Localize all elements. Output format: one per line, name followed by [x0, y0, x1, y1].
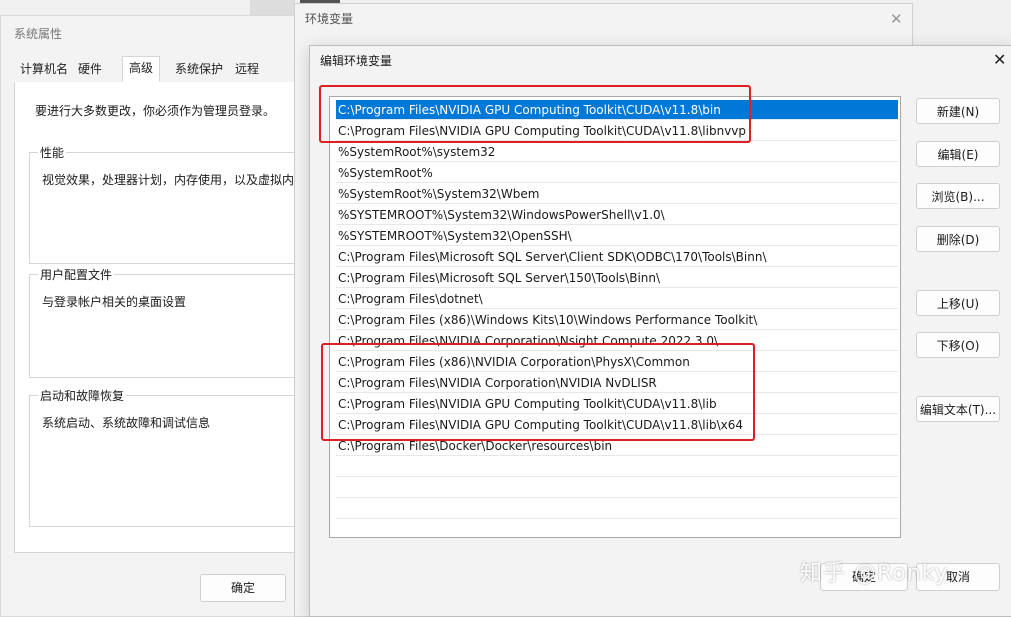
highlight-box [319, 85, 751, 143]
dialog-title: 编辑环境变量 [320, 54, 393, 68]
list-item [336, 499, 898, 519]
list-item[interactable]: C:\Program Files\Microsoft SQL Server\Cl… [336, 247, 898, 267]
list-item[interactable]: %SystemRoot% [336, 163, 898, 183]
tab-computer-name[interactable]: 计算机名 [14, 58, 74, 80]
edit-button[interactable]: 编辑(E) [916, 141, 1000, 167]
group-description: 与登录帐户相关的桌面设置 [42, 295, 187, 309]
advanced-tab-panel: 要进行大多数更改，你必须作为管理员登录。 性能 视觉效果，处理器计划，内存使用，… [14, 82, 310, 553]
list-item[interactable]: C:\Program Files (x86)\Windows Kits\10\W… [336, 310, 898, 330]
startup-recovery-group: 启动和故障恢复 系统启动、系统故障和调试信息 [29, 387, 310, 527]
window-title: 系统属性 [14, 27, 63, 41]
list-item[interactable]: C:\Program Files\dotnet\ [336, 289, 898, 309]
group-label: 性能 [38, 144, 67, 161]
close-icon[interactable]: ✕ [890, 10, 903, 28]
browse-button[interactable]: 浏览(B)... [916, 183, 1000, 209]
tab-hardware[interactable]: 硬件 [72, 58, 108, 80]
tab-remote[interactable]: 远程 [229, 58, 265, 80]
window-title: 环境变量 [305, 12, 354, 26]
ok-button[interactable]: 确定 [200, 574, 286, 602]
tab-strip: 计算机名 硬件 高级 系统保护 远程 [14, 56, 301, 83]
move-up-button[interactable]: 上移(U) [916, 290, 1000, 316]
delete-button[interactable]: 删除(D) [916, 226, 1000, 252]
list-item[interactable]: %SystemRoot%\system32 [336, 142, 898, 162]
group-description: 系统启动、系统故障和调试信息 [42, 416, 211, 430]
list-item[interactable]: C:\Program Files\Microsoft SQL Server\15… [336, 268, 898, 288]
group-description: 视觉效果，处理器计划，内存使用，以及虚拟内存 [42, 173, 307, 187]
tab-system-protection[interactable]: 系统保护 [169, 58, 229, 80]
list-item [336, 457, 898, 477]
list-item [336, 478, 898, 498]
new-button[interactable]: 新建(N) [916, 98, 1000, 124]
list-item[interactable]: %SYSTEMROOT%\System32\WindowsPowerShell\… [336, 205, 898, 225]
user-profiles-group: 用户配置文件 与登录帐户相关的桌面设置 [29, 266, 310, 378]
highlight-box [321, 343, 755, 441]
move-down-button[interactable]: 下移(O) [916, 332, 1000, 358]
performance-group: 性能 视觉效果，处理器计划，内存使用，以及虚拟内存 [29, 144, 310, 264]
list-item[interactable]: %SYSTEMROOT%\System32\OpenSSH\ [336, 226, 898, 246]
path-list[interactable]: C:\Program Files\NVIDIA GPU Computing To… [329, 96, 901, 538]
watermark: 知乎 @Ronky [800, 561, 949, 586]
group-label: 启动和故障恢复 [38, 387, 127, 404]
admin-note: 要进行大多数更改，你必须作为管理员登录。 [35, 104, 276, 118]
close-icon[interactable]: ✕ [993, 50, 1006, 69]
group-label: 用户配置文件 [38, 266, 115, 283]
tab-advanced[interactable]: 高级 [122, 56, 161, 82]
edit-text-button[interactable]: 编辑文本(T)... [916, 396, 1000, 422]
system-properties-window: 系统属性 计算机名 硬件 高级 系统保护 远程 要进行大多数更改，你必须作为管理… [0, 15, 310, 617]
list-item[interactable]: %SystemRoot%\System32\Wbem [336, 184, 898, 204]
